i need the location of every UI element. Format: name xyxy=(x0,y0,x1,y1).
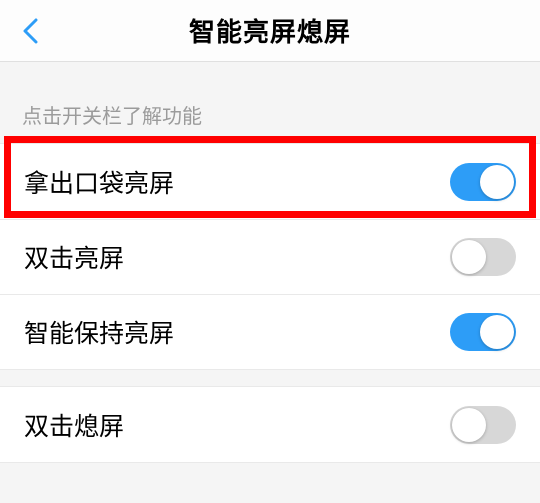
header-bar: 智能亮屏熄屏 xyxy=(0,0,540,62)
row-label: 双击亮屏 xyxy=(24,239,450,275)
settings-list-2: 双击熄屏 xyxy=(0,387,540,463)
toggle-pocket-wake[interactable] xyxy=(450,163,516,201)
list-spacer xyxy=(0,369,540,387)
toggle-knob xyxy=(452,240,486,274)
row-doubletap-sleep[interactable]: 双击熄屏 xyxy=(0,387,540,462)
row-label: 拿出口袋亮屏 xyxy=(24,164,450,200)
toggle-doubletap-sleep[interactable] xyxy=(450,406,516,444)
settings-list-1: 拿出口袋亮屏 双击亮屏 智能保持亮屏 xyxy=(0,143,540,369)
chevron-left-icon xyxy=(22,18,38,44)
row-pocket-wake[interactable]: 拿出口袋亮屏 xyxy=(0,144,540,219)
row-doubletap-wake[interactable]: 双击亮屏 xyxy=(0,219,540,294)
page-title: 智能亮屏熄屏 xyxy=(0,12,540,49)
section-hint: 点击开关栏了解功能 xyxy=(0,62,540,143)
row-label: 双击熄屏 xyxy=(24,407,450,443)
toggle-knob xyxy=(452,408,486,442)
row-smart-keep-on[interactable]: 智能保持亮屏 xyxy=(0,294,540,369)
toggle-doubletap-wake[interactable] xyxy=(450,238,516,276)
toggle-smart-keep-on[interactable] xyxy=(450,313,516,351)
back-button[interactable] xyxy=(18,19,42,43)
toggle-knob xyxy=(480,315,514,349)
toggle-knob xyxy=(480,165,514,199)
row-label: 智能保持亮屏 xyxy=(24,314,450,350)
